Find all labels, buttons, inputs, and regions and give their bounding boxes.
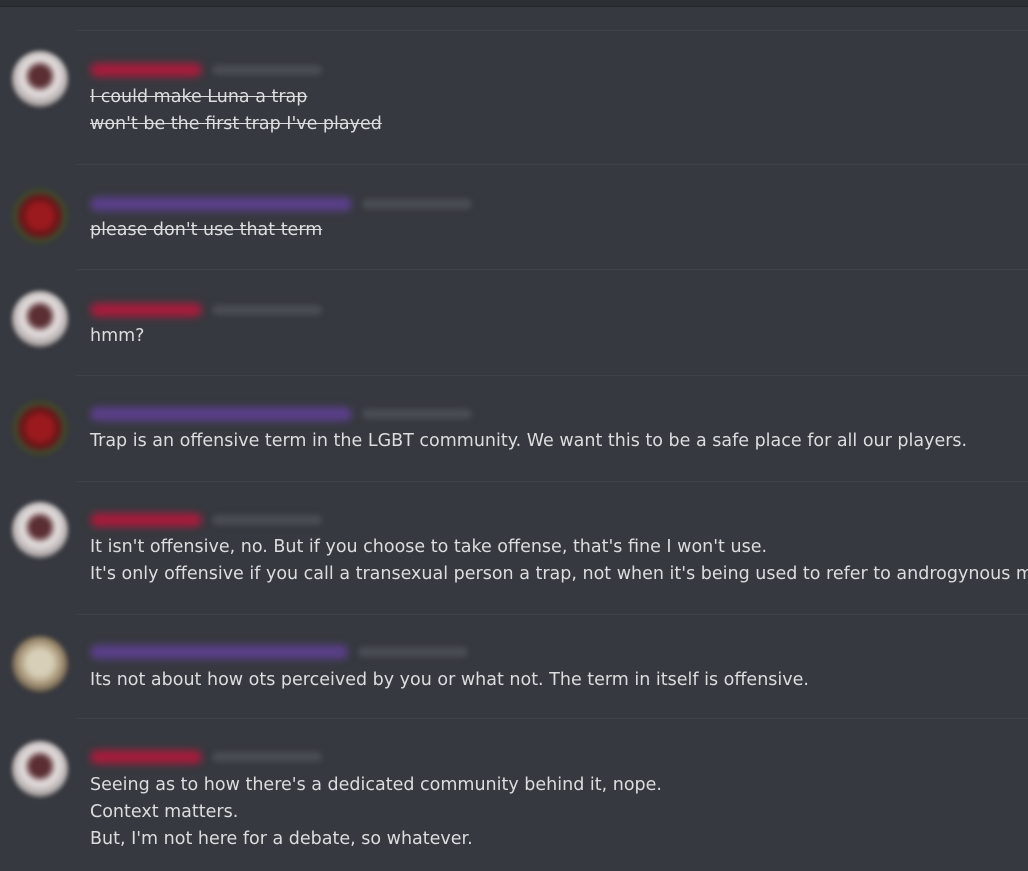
timestamp-blurred bbox=[358, 647, 468, 657]
timestamp-blurred bbox=[362, 199, 472, 209]
message-line: Seeing as to how there's a dedicated com… bbox=[90, 775, 662, 795]
message-item[interactable]: Seeing as to how there's a dedicated com… bbox=[12, 718, 1028, 870]
message-header bbox=[90, 406, 472, 422]
message-content: Trap is an offensive term in the LGBT co… bbox=[90, 428, 967, 455]
username-blurred[interactable] bbox=[90, 197, 352, 211]
message-item[interactable]: hmm? bbox=[12, 269, 1028, 375]
message-content: hmm? bbox=[90, 323, 144, 350]
user-avatar[interactable] bbox=[12, 51, 68, 107]
message-content: I could make Luna a trap won't be the fi… bbox=[90, 84, 382, 138]
message-item[interactable]: please don't use that term bbox=[12, 164, 1028, 269]
message-item[interactable]: Its not about how ots perceived by you o… bbox=[12, 614, 1028, 718]
message-content: It isn't offensive, no. But if you choos… bbox=[90, 534, 1028, 588]
username-blurred[interactable] bbox=[90, 513, 202, 527]
message-line: I could make Luna a trap bbox=[90, 87, 308, 107]
message-line: won't be the first trap I've played bbox=[90, 114, 382, 134]
message-item[interactable]: I could make Luna a trap won't be the fi… bbox=[12, 30, 1028, 164]
message-header bbox=[90, 644, 468, 660]
message-content: Seeing as to how there's a dedicated com… bbox=[90, 772, 662, 853]
username-blurred[interactable] bbox=[90, 63, 202, 77]
user-avatar[interactable] bbox=[12, 502, 68, 558]
user-avatar[interactable] bbox=[12, 741, 68, 797]
message-content: Its not about how ots perceived by you o… bbox=[90, 667, 809, 694]
message-line: Context matters. bbox=[90, 802, 239, 822]
username-blurred[interactable] bbox=[90, 750, 202, 764]
message-line: please don't use that term bbox=[90, 220, 323, 240]
username-blurred[interactable] bbox=[90, 303, 202, 317]
message-content: please don't use that term bbox=[90, 217, 322, 244]
username-blurred[interactable] bbox=[90, 407, 352, 421]
message-header bbox=[90, 749, 322, 765]
message-header bbox=[90, 62, 322, 78]
message-item[interactable]: It isn't offensive, no. But if you choos… bbox=[12, 481, 1028, 614]
username-blurred[interactable] bbox=[90, 645, 348, 659]
message-header bbox=[90, 512, 322, 528]
message-line: Its not about how ots perceived by you o… bbox=[90, 670, 809, 690]
timestamp-blurred bbox=[212, 65, 322, 75]
user-avatar[interactable] bbox=[12, 636, 68, 692]
message-line: hmm? bbox=[90, 326, 145, 346]
message-line: It isn't offensive, no. But if you choos… bbox=[90, 537, 768, 557]
chat-messages[interactable]: I could make Luna a trap won't be the fi… bbox=[0, 6, 1028, 870]
timestamp-blurred bbox=[212, 752, 322, 762]
message-line: But, I'm not here for a debate, so whate… bbox=[90, 829, 473, 849]
timestamp-blurred bbox=[212, 305, 322, 315]
message-header bbox=[90, 196, 472, 212]
message-header bbox=[90, 302, 322, 318]
user-avatar[interactable] bbox=[12, 188, 68, 244]
timestamp-blurred bbox=[212, 515, 322, 525]
message-line: Trap is an offensive term in the LGBT co… bbox=[90, 431, 968, 451]
timestamp-blurred bbox=[362, 409, 472, 419]
user-avatar[interactable] bbox=[12, 291, 68, 347]
message-line: It's only offensive if you call a transe… bbox=[90, 564, 1028, 584]
message-item[interactable]: Trap is an offensive term in the LGBT co… bbox=[12, 375, 1028, 481]
user-avatar[interactable] bbox=[12, 400, 68, 456]
